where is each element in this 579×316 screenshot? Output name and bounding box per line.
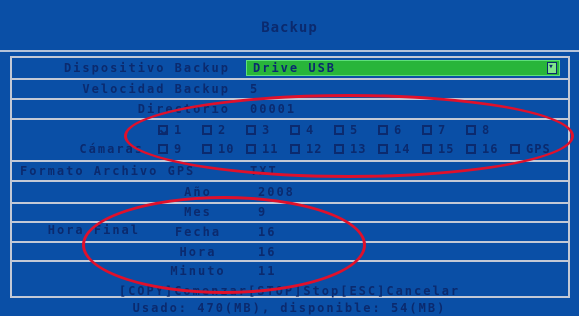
end-time-field-value[interactable]: 16	[258, 243, 276, 261]
directory-value[interactable]: 00001	[250, 100, 296, 118]
end-time-field-label: Mes	[184, 205, 212, 220]
camera-checkbox-8[interactable]: 8	[466, 123, 490, 137]
cameras-label: Cámaras	[12, 120, 152, 160]
camera-checkbox-3[interactable]: 3	[246, 123, 270, 137]
camera-label: 6	[394, 123, 403, 137]
row-end-time: Hora Final Año 2008 Mes 9 Fecha 16 Hora 16 Minut…	[12, 180, 568, 278]
device-value: Drive USB	[253, 61, 337, 75]
camera-checkbox-1[interactable]: 1	[158, 123, 182, 137]
device-label: Dispositivo Backup	[12, 58, 238, 78]
row-format: Formato Archivo GPS TXT	[12, 160, 568, 180]
row-cameras: Cámaras 1 2 3 4 5 6 7 8 9 10 11 12 13 14 15 16 GPS	[12, 118, 568, 160]
checkbox[interactable]	[378, 125, 388, 135]
camera-checkbox-12[interactable]: 12	[290, 142, 322, 156]
checkbox[interactable]	[158, 125, 168, 135]
end-time-row-4: Minuto 11	[12, 260, 568, 280]
end-time-field-value[interactable]: 11	[258, 262, 276, 280]
camera-checkbox-14[interactable]: 14	[378, 142, 410, 156]
camera-checkbox-16[interactable]: 16	[466, 142, 498, 156]
end-time-field-value[interactable]: 9	[258, 204, 267, 222]
checkbox[interactable]	[202, 144, 212, 154]
checkbox[interactable]	[290, 125, 300, 135]
camera-label: 3	[262, 123, 271, 137]
camera-checkbox-grid: 1 2 3 4 5 6 7 8 9 10 11 12 13 14 15 16 GPS	[158, 123, 558, 159]
end-time-row-0: Año 2008	[12, 182, 568, 202]
chevron-down-icon[interactable]: ▾	[547, 62, 557, 74]
end-time-row-2: Fecha 16	[12, 221, 568, 241]
checkbox[interactable]	[422, 125, 432, 135]
camera-checkbox-15[interactable]: 15	[422, 142, 454, 156]
camera-label: 2	[218, 123, 227, 137]
checkbox[interactable]	[202, 125, 212, 135]
checkbox[interactable]	[334, 125, 344, 135]
checkbox[interactable]	[422, 144, 432, 154]
end-time-field-label: Minuto	[170, 264, 226, 279]
footer-key-hints: [COPY]Comenzar[STOP]Stop[ESC]Cancelar	[118, 284, 461, 298]
camera-label: 10	[218, 142, 235, 156]
camera-label: 1	[174, 123, 183, 137]
camera-checkbox-13[interactable]: 13	[334, 142, 366, 156]
camera-checkbox-9[interactable]: 9	[158, 142, 182, 156]
camera-label: GPS	[526, 142, 551, 156]
camera-label: 9	[174, 142, 183, 156]
camera-checkbox-5[interactable]: 5	[334, 123, 358, 137]
format-value[interactable]: TXT	[250, 162, 278, 180]
footer-usage: Usado: 470(MB), disponible: 54(MB)	[132, 301, 447, 315]
speed-value[interactable]: 5	[250, 80, 259, 98]
camera-checkbox-2[interactable]: 2	[202, 123, 226, 137]
camera-label: 15	[438, 142, 455, 156]
end-time-field-value[interactable]: 16	[258, 223, 276, 241]
speed-label: Velocidad Backup	[12, 80, 238, 98]
camera-label: 16	[482, 142, 499, 156]
checkbox[interactable]	[510, 144, 520, 154]
camera-label: 14	[394, 142, 411, 156]
title-divider	[0, 50, 579, 52]
camera-checkbox-10[interactable]: 10	[202, 142, 234, 156]
camera-label: 4	[306, 123, 315, 137]
camera-checkbox-4[interactable]: 4	[290, 123, 314, 137]
page-title: Backup	[261, 20, 318, 36]
checkbox[interactable]	[246, 144, 256, 154]
camera-checkbox-11[interactable]: 11	[246, 142, 278, 156]
end-time-field-label: Hora	[179, 244, 217, 259]
camera-label: 12	[306, 142, 323, 156]
camera-checkbox-6[interactable]: 6	[378, 123, 402, 137]
row-device: Dispositivo Backup Drive USB ▾	[12, 58, 568, 78]
end-time-field-label: Año	[184, 184, 212, 199]
checkbox[interactable]	[466, 144, 476, 154]
camera-checkbox-gps[interactable]: GPS	[510, 142, 551, 156]
camera-label: 7	[438, 123, 447, 137]
backup-settings-panel: Dispositivo Backup Drive USB ▾ Velocidad…	[10, 56, 570, 298]
end-time-field-label: Fecha	[174, 224, 222, 239]
camera-label: 11	[262, 142, 279, 156]
end-time-row-3: Hora 16	[12, 240, 568, 261]
checkbox[interactable]	[290, 144, 300, 154]
end-time-field-value[interactable]: 2008	[258, 182, 295, 202]
row-speed: Velocidad Backup 5	[12, 78, 568, 98]
checkbox[interactable]	[246, 125, 256, 135]
format-label: Formato Archivo GPS	[12, 162, 238, 180]
directory-label: Directorio	[12, 100, 238, 118]
row-directory: Directorio 00001	[12, 98, 568, 118]
checkbox[interactable]	[378, 144, 388, 154]
camera-label: 13	[350, 142, 367, 156]
checkbox[interactable]	[158, 144, 168, 154]
end-time-row-1: Mes 9	[12, 201, 568, 222]
checkbox[interactable]	[466, 125, 476, 135]
camera-label: 8	[482, 123, 491, 137]
device-select[interactable]: Drive USB ▾	[246, 60, 560, 76]
checkbox[interactable]	[334, 144, 344, 154]
camera-checkbox-7[interactable]: 7	[422, 123, 446, 137]
camera-label: 5	[350, 123, 359, 137]
